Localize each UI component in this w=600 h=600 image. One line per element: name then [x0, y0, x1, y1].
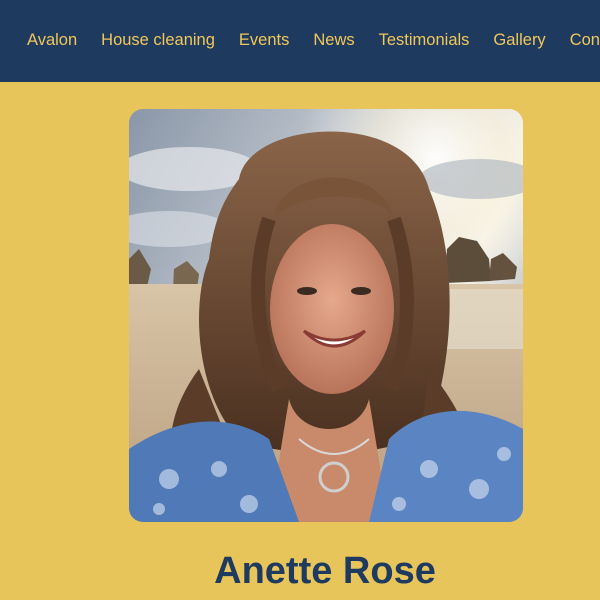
nav-item-contact[interactable]: Con: [570, 30, 600, 50]
portrait-image: [129, 109, 523, 522]
main-content: Anette Rose: [0, 82, 600, 600]
top-navigation: Avalon House cleaning Events News Testim…: [0, 0, 600, 82]
profile-name-heading: Anette Rose: [214, 550, 436, 592]
nav-item-testimonials[interactable]: Testimonials: [379, 30, 470, 50]
nav-item-news[interactable]: News: [313, 30, 354, 50]
nav-item-avalon[interactable]: Avalon: [27, 30, 77, 50]
nav-item-events[interactable]: Events: [239, 30, 289, 50]
nav-item-gallery[interactable]: Gallery: [493, 30, 545, 50]
nav-item-house-cleaning[interactable]: House cleaning: [101, 30, 215, 50]
nav-menu: Avalon House cleaning Events News Testim…: [27, 30, 600, 50]
profile-photo: [129, 109, 523, 522]
